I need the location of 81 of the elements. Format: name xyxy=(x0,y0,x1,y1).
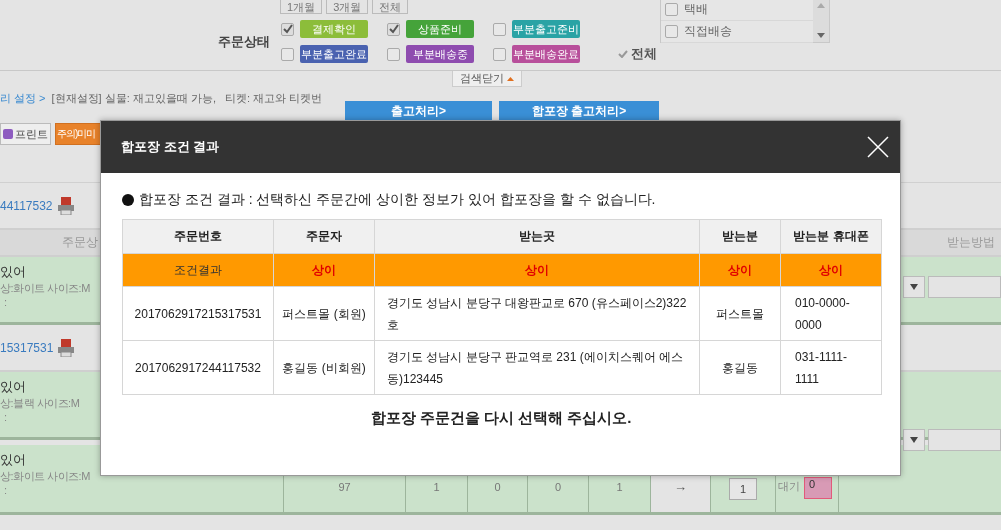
settings-link[interactable]: 리 설정 > xyxy=(0,91,46,121)
order-number[interactable]: 15317531 xyxy=(0,340,54,355)
print-button[interactable]: 프린트 xyxy=(0,123,51,145)
input-field[interactable] xyxy=(928,275,1001,298)
checkbox[interactable] xyxy=(665,25,678,38)
column-header: 주문상 xyxy=(61,234,98,251)
checkbox[interactable] xyxy=(281,22,294,36)
table-cell: 상이 xyxy=(780,253,882,287)
item-text: 있어 xyxy=(0,263,26,281)
table-cell: 031-1111-1111 xyxy=(780,340,882,395)
search-toggle-button[interactable]: 검색닫기 xyxy=(452,71,522,87)
table-cell: 010-0000-0000 xyxy=(780,286,882,341)
dropdown[interactable] xyxy=(903,429,925,451)
table-cell: 경기도 성남시 분당구 판교역로 231 (에이치스퀘어 에스동)123445 xyxy=(374,340,700,395)
table-cell: 퍼스트몰 xyxy=(699,286,781,341)
list-item-label[interactable]: 직접배송 xyxy=(684,23,732,40)
table-cell: 경기도 성남시 분당구 대왕판교로 670 (유스페이스2)322호 xyxy=(374,286,700,341)
status-tag[interactable]: 결제확인 xyxy=(300,20,368,38)
table-cell: 상이 xyxy=(374,253,700,287)
printer-icon[interactable] xyxy=(56,196,75,215)
table-cell: 2017062917244117532 xyxy=(122,340,274,395)
period-button[interactable]: 전체 xyxy=(372,0,409,14)
checkbox[interactable] xyxy=(493,47,506,61)
checkbox[interactable] xyxy=(493,22,506,36)
dialog-title: 합포장 조건 결과 xyxy=(121,138,220,156)
checkbox[interactable] xyxy=(281,47,294,61)
period-button[interactable]: 3개월 xyxy=(326,0,369,14)
order-status-label: 주문상태 xyxy=(218,32,271,51)
column-header: 받는분 휴대폰 xyxy=(780,219,882,254)
column-header: 주문번호 xyxy=(122,219,274,254)
checkbox[interactable] xyxy=(387,22,400,36)
checkbox[interactable] xyxy=(665,3,678,16)
list-item-label[interactable]: 택배 xyxy=(684,1,708,18)
dialog-message: 합포장 조건 결과 : 선택하신 주문간에 상이한 정보가 있어 합포장을 할 수 없습니다. xyxy=(139,191,656,209)
item-text: 상:화이트 사이즈:M xyxy=(0,469,90,484)
quantity-field[interactable]: 1 xyxy=(729,478,757,500)
column-header: 받는방법 xyxy=(947,234,996,251)
item-text: : xyxy=(3,296,8,308)
table-cell: 상이 xyxy=(699,253,781,287)
bullet-icon xyxy=(122,194,134,206)
status-tag[interactable]: 부분배송완료 xyxy=(512,45,580,63)
item-text: : xyxy=(3,484,8,496)
print-icon xyxy=(3,129,13,139)
count-field[interactable]: 0 xyxy=(804,477,832,499)
column-header: 받는곳 xyxy=(374,219,700,254)
status-tag[interactable]: 부분배송중 xyxy=(406,45,474,63)
checkbox[interactable] xyxy=(387,47,400,61)
status-tag[interactable]: 상품준비 xyxy=(406,20,474,38)
dialog-footer-text: 합포장 주문건을 다시 선택해 주십시오. xyxy=(369,409,633,428)
table-cell: 상이 xyxy=(273,253,375,287)
table-cell: 퍼스트몰 (회원) xyxy=(273,286,375,341)
status-text: 대기 xyxy=(778,479,800,494)
release-button[interactable]: 출고처리> xyxy=(345,101,492,121)
close-button[interactable] xyxy=(866,135,890,159)
period-button[interactable]: 1개월 xyxy=(280,0,323,14)
dropdown[interactable] xyxy=(903,275,925,298)
table-cell: 조건결과 xyxy=(122,253,274,287)
caret-down-icon xyxy=(910,437,918,443)
scroll-down-icon[interactable] xyxy=(817,33,825,38)
item-text: 상:블랙 사이즈:M xyxy=(0,396,80,411)
combined-release-button[interactable]: 합포장 출고처리> xyxy=(499,101,659,121)
status-tag[interactable]: 부분출고완료 xyxy=(300,45,368,63)
item-text: 상:화이트 사이즈:M xyxy=(0,281,90,296)
settings-note: [현재설정] 실물: 재고있을때 가능, 티켓: 재고와 티켓번 xyxy=(51,91,323,106)
check-icon xyxy=(618,50,628,58)
column-header: 주문자 xyxy=(273,219,375,254)
printer-icon[interactable] xyxy=(57,338,76,357)
status-tag[interactable]: 부분출고준비 xyxy=(512,20,580,38)
caret-down-icon xyxy=(910,283,918,290)
table-cell: 홍길동 xyxy=(699,340,781,395)
item-text: 있어 xyxy=(0,378,26,396)
caret-up-icon xyxy=(507,76,514,81)
item-text: 있어 xyxy=(0,451,26,469)
scroll-up-icon[interactable] xyxy=(817,3,825,8)
input-field[interactable] xyxy=(928,429,1001,451)
table-cell: 홍길동 (비회원) xyxy=(273,340,375,395)
all-label[interactable]: 전체 xyxy=(631,45,657,63)
order-number[interactable]: 44117532 xyxy=(0,198,53,213)
column-header: 받는분 xyxy=(699,219,781,254)
table-cell: 2017062917215317531 xyxy=(122,286,274,341)
item-text: : xyxy=(3,411,8,423)
